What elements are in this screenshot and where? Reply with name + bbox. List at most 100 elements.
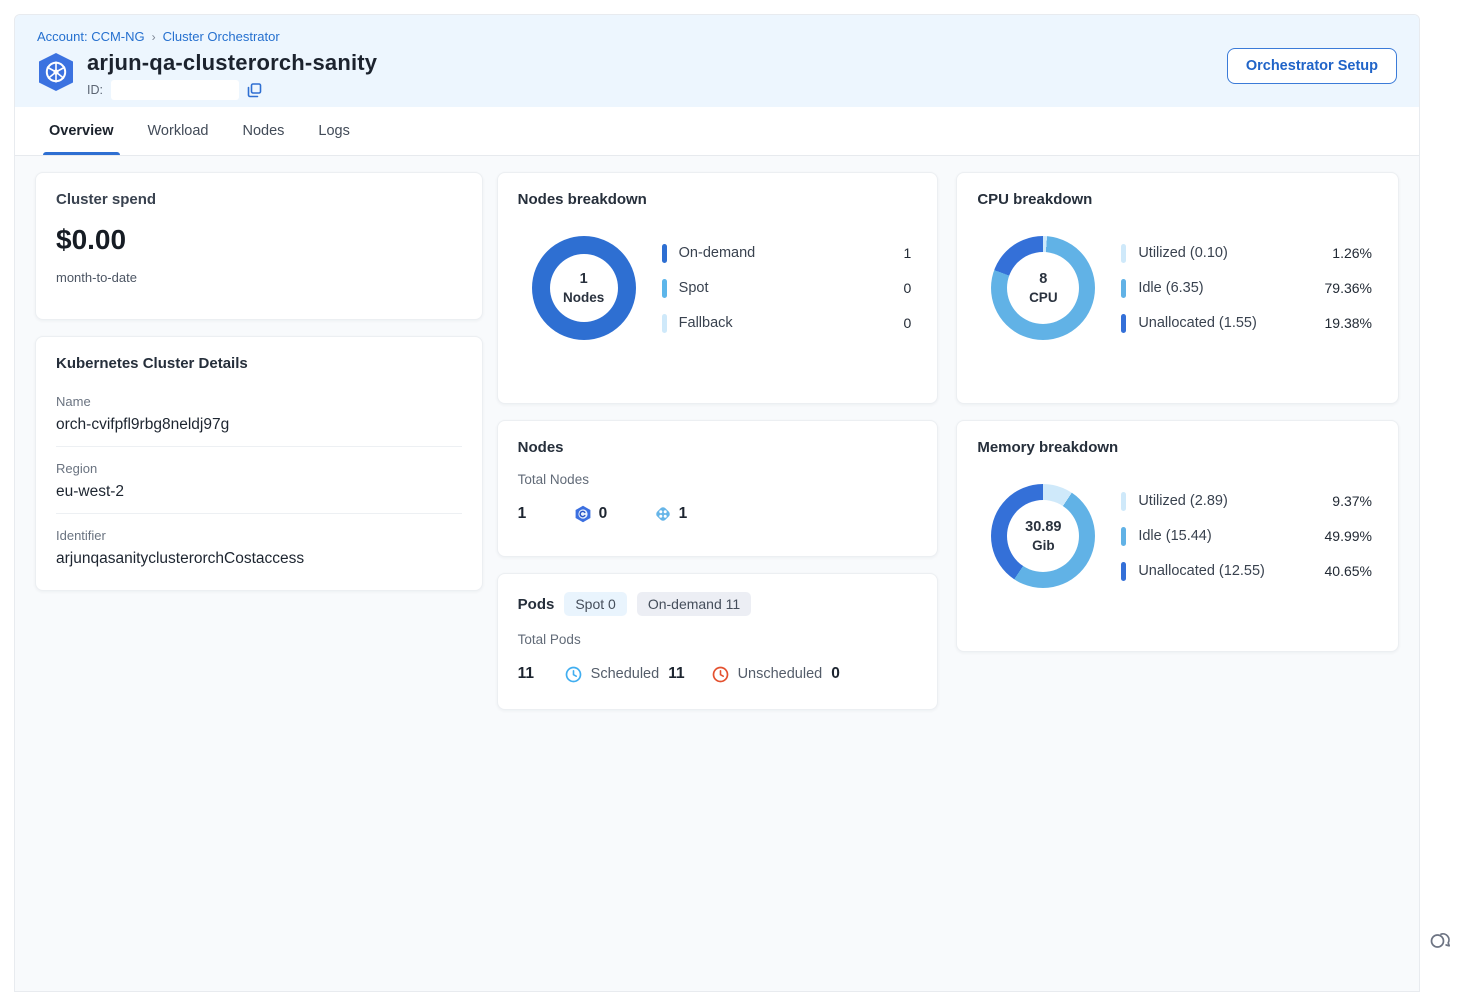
legend-label: Unallocated (1.55)	[1138, 315, 1312, 331]
chat-feedback-icon[interactable]	[1428, 928, 1452, 952]
scheduled-clock-icon	[565, 666, 582, 683]
total-nodes-value: 1	[518, 505, 574, 523]
unscheduled-label: Unscheduled	[738, 666, 823, 682]
memory-breakdown-title: Memory breakdown	[977, 439, 1378, 456]
legend-row-fallback: Fallback 0	[662, 314, 912, 333]
total-nodes-label: Total Nodes	[518, 472, 918, 487]
donut-center-value: 30.89	[1025, 519, 1061, 535]
legend-value: 0	[904, 315, 912, 331]
breadcrumb-account-link[interactable]: Account: CCM-NG	[37, 29, 145, 44]
legend-swatch	[662, 314, 667, 333]
cluster-id-value	[111, 80, 239, 100]
ondemand-nodes-count: 1	[679, 505, 688, 523]
field-value: eu-west-2	[56, 483, 462, 501]
legend-row-idle: Idle (15.44) 49.99%	[1121, 527, 1372, 546]
legend-label: Utilized (0.10)	[1138, 245, 1320, 261]
page-title: arjun-qa-clusterorch-sanity	[87, 50, 377, 76]
memory-breakdown-donut: 30.89 Gib	[991, 484, 1095, 588]
legend-swatch	[662, 244, 667, 263]
nodes-breakdown-title: Nodes breakdown	[518, 191, 918, 208]
legend-label: On-demand	[679, 245, 892, 261]
total-pods-value: 11	[518, 665, 556, 683]
total-pods-label: Total Pods	[518, 632, 918, 647]
pods-card: Pods Spot 0 On-demand 11 Total Pods 11 S…	[497, 573, 939, 710]
legend-row-spot: Spot 0	[662, 279, 912, 298]
detail-field-name: Name orch-cvifpfl9rbg8neldj97g	[56, 380, 462, 447]
legend-swatch	[662, 279, 667, 298]
legend-value: 49.99%	[1325, 528, 1372, 544]
legend-row-unallocated: Unallocated (12.55) 40.65%	[1121, 562, 1372, 581]
cluster-spend-value: $0.00	[56, 224, 462, 256]
cluster-orchestrator-page: Account: CCM-NG › Cluster Orchestrator a…	[14, 14, 1420, 992]
cpu-breakdown-card: CPU breakdown 8 CPU Utilized (0.10) 1.26…	[956, 172, 1399, 404]
legend-label: Fallback	[679, 315, 892, 331]
legend-label: Utilized (2.89)	[1138, 493, 1320, 509]
tab-nodes[interactable]: Nodes	[242, 107, 284, 155]
unscheduled-clock-icon	[712, 666, 729, 683]
tab-logs[interactable]: Logs	[318, 107, 349, 155]
legend-label: Idle (6.35)	[1138, 280, 1312, 296]
field-label: Region	[56, 461, 462, 476]
legend-value: 79.36%	[1325, 280, 1372, 296]
cluster-spend-subtitle: month-to-date	[56, 270, 462, 289]
legend-value: 9.37%	[1332, 493, 1372, 509]
field-value: orch-cvifpfl9rbg8neldj97g	[56, 416, 462, 434]
cpu-breakdown-donut: 8 CPU	[991, 236, 1095, 340]
legend-row-unallocated: Unallocated (1.55) 19.38%	[1121, 314, 1372, 333]
donut-center-value: 8	[1039, 271, 1047, 287]
pods-card-title: Pods	[518, 596, 555, 613]
ondemand-pods-chip: On-demand 11	[637, 592, 751, 616]
nodes-breakdown-legend: On-demand 1 Spot 0 Fallback 0	[662, 244, 912, 333]
legend-row-utilized: Utilized (2.89) 9.37%	[1121, 492, 1372, 511]
orchestrator-setup-button[interactable]: Orchestrator Setup	[1227, 48, 1397, 84]
legend-label: Unallocated (12.55)	[1138, 563, 1312, 579]
breadcrumb-section-link[interactable]: Cluster Orchestrator	[163, 29, 280, 44]
legend-value: 1.26%	[1332, 245, 1372, 261]
legend-value: 19.38%	[1325, 315, 1372, 331]
legend-swatch	[1121, 244, 1126, 263]
legend-swatch	[1121, 562, 1126, 581]
legend-value: 40.65%	[1325, 563, 1372, 579]
legend-swatch	[1121, 279, 1126, 298]
nodes-breakdown-card: Nodes breakdown 1 Nodes On-demand 1	[497, 172, 939, 404]
nodes-breakdown-donut: 1 Nodes	[532, 236, 636, 340]
legend-swatch	[1121, 314, 1126, 333]
cluster-details-card: Kubernetes Cluster Details Name orch-cvi…	[35, 336, 483, 591]
legend-row-ondemand: On-demand 1	[662, 244, 912, 263]
id-label: ID:	[87, 83, 103, 97]
copy-icon[interactable]	[247, 83, 262, 98]
tab-bar: Overview Workload Nodes Logs	[15, 107, 1419, 156]
cpu-breakdown-legend: Utilized (0.10) 1.26% Idle (6.35) 79.36%…	[1121, 244, 1372, 333]
detail-field-identifier: Identifier arjunqasanityclusterorchCosta…	[56, 514, 462, 572]
cpu-breakdown-title: CPU breakdown	[977, 191, 1378, 208]
donut-center-label: CPU	[1029, 290, 1058, 305]
legend-swatch	[1121, 492, 1126, 511]
breadcrumb-separator: ›	[152, 30, 156, 44]
spot-nodes-count: 0	[599, 505, 608, 523]
legend-value: 1	[904, 245, 912, 261]
cluster-spend-card: Cluster spend $0.00 month-to-date	[35, 172, 483, 320]
donut-center-label: Nodes	[563, 290, 604, 305]
kubernetes-icon	[37, 52, 75, 92]
scheduled-label: Scheduled	[591, 666, 660, 682]
breadcrumb: Account: CCM-NG › Cluster Orchestrator	[37, 29, 1397, 44]
field-label: Name	[56, 394, 462, 409]
legend-row-utilized: Utilized (0.10) 1.26%	[1121, 244, 1372, 263]
nodes-card: Nodes Total Nodes 1 0	[497, 420, 939, 557]
ondemand-node-icon	[654, 505, 672, 523]
tab-workload[interactable]: Workload	[148, 107, 209, 155]
spot-pods-chip: Spot 0	[564, 592, 626, 616]
nodes-card-title: Nodes	[518, 439, 918, 456]
memory-breakdown-legend: Utilized (2.89) 9.37% Idle (15.44) 49.99…	[1121, 492, 1372, 581]
scheduled-count: 11	[668, 665, 684, 683]
legend-label: Spot	[679, 280, 892, 296]
legend-row-idle: Idle (6.35) 79.36%	[1121, 279, 1372, 298]
spot-node-icon	[574, 505, 592, 523]
donut-center-value: 1	[580, 271, 588, 287]
legend-label: Idle (15.44)	[1138, 528, 1312, 544]
page-header: Account: CCM-NG › Cluster Orchestrator a…	[15, 15, 1419, 107]
tab-overview[interactable]: Overview	[49, 107, 114, 155]
memory-breakdown-card: Memory breakdown 30.89 Gib Utilized (2.8…	[956, 420, 1399, 652]
legend-swatch	[1121, 527, 1126, 546]
unscheduled-count: 0	[831, 665, 840, 683]
